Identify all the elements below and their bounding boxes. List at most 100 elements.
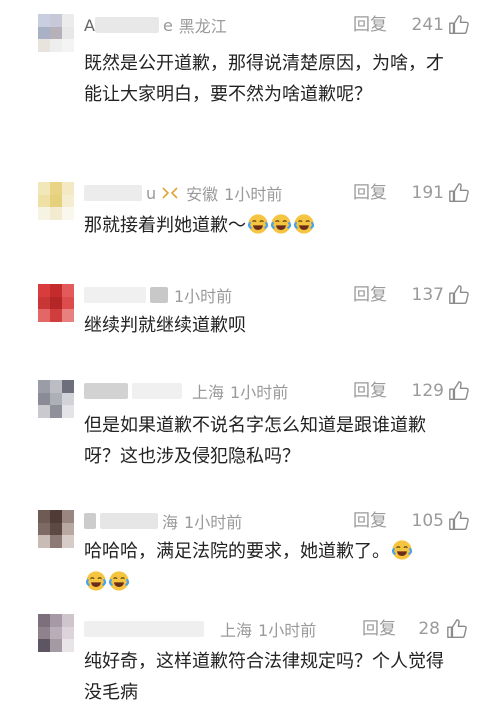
- comment-meta: 上海 1小时前: [84, 380, 288, 402]
- avatar-pixel: [62, 614, 74, 627]
- username-blur: [84, 383, 128, 399]
- laughing-tears-emoji-icon: [108, 571, 130, 591]
- avatar-pixel: [38, 26, 50, 40]
- avatar-pixel: [50, 194, 62, 208]
- comment-text: 纯好奇，这样道歉符合法律规定吗？个人觉得没毛病: [84, 651, 444, 703]
- avatar-pixel: [38, 522, 50, 536]
- thumbs-up-icon[interactable]: [448, 284, 470, 306]
- username-tail[interactable]: u: [146, 184, 156, 203]
- reply-button[interactable]: 回复: [353, 182, 387, 204]
- username-blur: [84, 513, 96, 529]
- avatar-pixel: [38, 639, 50, 652]
- avatar[interactable]: [38, 284, 74, 322]
- timestamp: 1小时前: [230, 383, 289, 402]
- comment-item: A e 黑龙江 回复 241 既然是公开道歉，那得说清楚原因，为啥，才能让大家明…: [0, 0, 495, 150]
- avatar[interactable]: [38, 510, 74, 548]
- like-count: 105: [411, 511, 444, 531]
- avatar-pixel: [50, 626, 62, 640]
- reply-button[interactable]: 回复: [353, 14, 387, 36]
- comment-meta: 海 1小时前: [84, 510, 242, 532]
- thumbs-up-icon[interactable]: [448, 510, 470, 532]
- avatar-pixel: [62, 284, 74, 297]
- comment-item: 海 1小时前 回复 105 哈哈哈，满足法院的要求，她道歉了。: [0, 498, 495, 613]
- comment-item: 1小时前 回复 137 继续判就继续道歉呗: [0, 270, 495, 350]
- avatar-pixel: [62, 309, 74, 322]
- avatar-pixel: [50, 39, 62, 52]
- thumbs-up-icon[interactable]: [448, 182, 470, 204]
- username-blur: [84, 287, 146, 303]
- comment-item: 上海 1小时前 回复 129 但是如果道歉不说名字怎么知道是跟谁道歉呀？这也涉及…: [0, 368, 495, 478]
- avatar-pixel: [38, 535, 50, 548]
- avatar-pixel: [50, 207, 62, 220]
- avatar-pixel: [50, 296, 62, 310]
- avatar-pixel: [62, 14, 74, 27]
- comment-meta: 上海 1小时前: [84, 618, 316, 640]
- like-count: 191: [411, 183, 444, 203]
- reply-button[interactable]: 回复: [362, 618, 396, 640]
- username[interactable]: A: [84, 16, 95, 35]
- avatar-pixel: [50, 522, 62, 536]
- avatar-pixel: [50, 26, 62, 40]
- thumbs-up-icon[interactable]: [448, 380, 470, 402]
- avatar-pixel: [38, 380, 50, 393]
- comment-text: 既然是公开道歉，那得说清楚原因，为啥，才能让大家明白，要不然为啥道歉呢？: [84, 53, 444, 105]
- thumbs-up-icon[interactable]: [448, 14, 470, 36]
- avatar-pixel: [38, 626, 50, 640]
- like-count: 137: [411, 285, 444, 305]
- avatar-pixel: [62, 392, 74, 406]
- username-blur: [100, 513, 158, 529]
- avatar-pixel: [62, 510, 74, 523]
- comment-meta: 1小时前: [84, 284, 232, 306]
- username-blur: [150, 287, 168, 303]
- reply-button[interactable]: 回复: [353, 510, 387, 532]
- comment-meta: A e 黑龙江: [84, 14, 227, 37]
- avatar-pixel: [62, 296, 74, 310]
- avatar-pixel: [62, 380, 74, 393]
- avatar-pixel: [62, 39, 74, 52]
- laughing-tears-emoji-icon: [247, 214, 269, 234]
- avatar-pixel: [38, 194, 50, 208]
- reply-button[interactable]: 回复: [353, 284, 387, 306]
- location: 上海: [220, 621, 253, 640]
- avatar-pixel: [62, 207, 74, 220]
- like-count: 129: [411, 381, 444, 401]
- avatar-pixel: [50, 284, 62, 297]
- timestamp: 1小时前: [174, 287, 233, 306]
- emoji-row: [246, 214, 315, 236]
- location: 上海: [192, 383, 225, 402]
- avatar-pixel: [38, 39, 50, 52]
- thumbs-up-icon[interactable]: [446, 618, 468, 640]
- location: 安徽: [186, 185, 219, 204]
- reply-button[interactable]: 回复: [353, 380, 387, 402]
- comment-text-row: 哈哈哈，满足法院的要求，她道歉了。: [84, 536, 484, 598]
- like-count: 241: [411, 15, 444, 35]
- comment-item: u 安徽 1小时前 回复 191 那就接着判她道歉～: [0, 168, 495, 263]
- username-blur: [84, 621, 204, 637]
- laughing-tears-emoji-icon: [293, 214, 315, 234]
- avatar-pixel: [50, 14, 62, 27]
- avatar-pixel: [62, 522, 74, 536]
- avatar-pixel: [62, 535, 74, 548]
- avatar-pixel: [62, 182, 74, 195]
- comment-text: 哈哈哈，满足法院的要求，她道歉了。: [84, 541, 390, 562]
- avatar[interactable]: [38, 380, 74, 418]
- username-blur: [132, 383, 182, 399]
- laughing-tears-emoji-icon: [270, 214, 292, 234]
- avatar-pixel: [50, 639, 62, 652]
- avatar-pixel: [38, 207, 50, 220]
- timestamp: 1小时前: [224, 185, 283, 204]
- username-tail: e: [162, 15, 173, 35]
- username-blur: [94, 17, 159, 33]
- avatar[interactable]: [38, 14, 74, 52]
- avatar[interactable]: [38, 182, 74, 220]
- vip-badge-icon: [162, 187, 178, 199]
- avatar-pixel: [38, 182, 50, 195]
- avatar-pixel: [38, 405, 50, 418]
- avatar-pixel: [38, 309, 50, 322]
- location: 黑龙江: [178, 17, 227, 36]
- timestamp: 1小时前: [258, 621, 317, 640]
- avatar-pixel: [62, 626, 74, 640]
- avatar-pixel: [62, 194, 74, 208]
- avatar-pixel: [50, 614, 62, 627]
- avatar[interactable]: [38, 614, 74, 652]
